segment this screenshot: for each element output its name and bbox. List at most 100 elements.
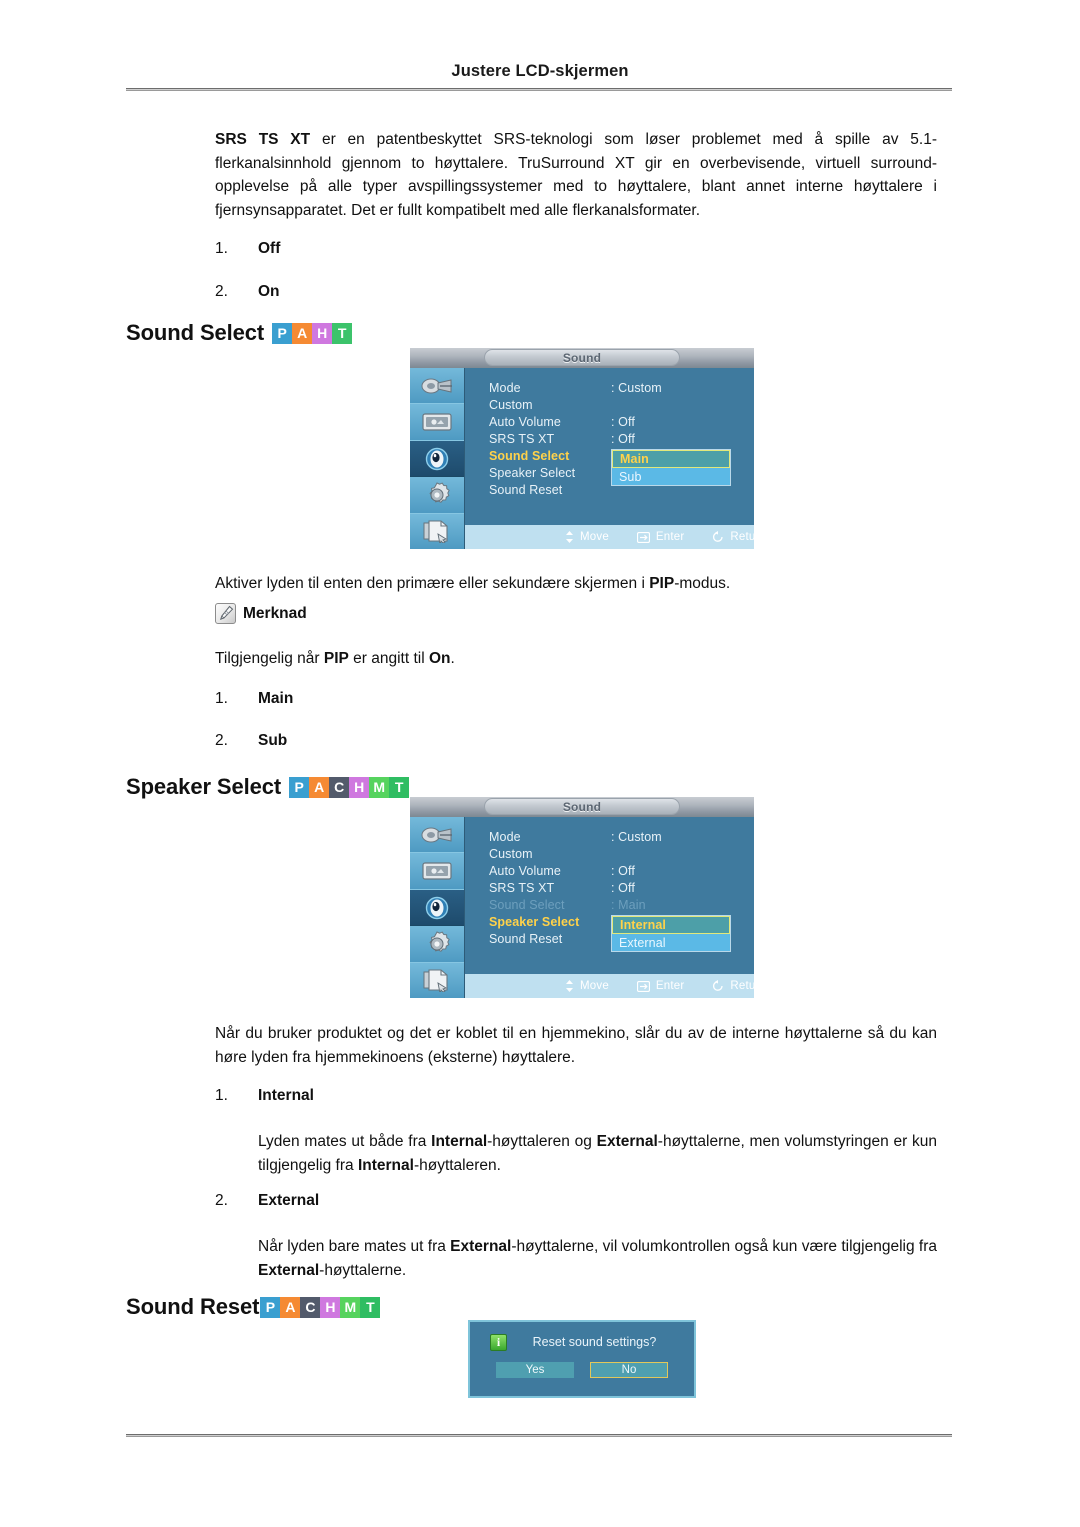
model-badges-speaker-select: P A C H M T [289, 776, 410, 798]
model-badge-h: H [320, 1296, 341, 1318]
picture-screen-icon[interactable] [410, 853, 464, 890]
speaker-select-paragraph: Når du bruker produktet og det er koblet… [215, 1025, 937, 1066]
dialog-no-button[interactable]: No [590, 1362, 668, 1378]
osd-row-mode[interactable]: Mode: Custom [489, 830, 739, 847]
sound-speaker-icon[interactable] [410, 440, 464, 478]
model-badge-h: H [312, 322, 333, 344]
osd-row-label: SRS TS XT [489, 881, 555, 895]
osd-row-value: : Off [611, 864, 635, 878]
setup-gear-icon[interactable] [410, 926, 464, 963]
model-badges-sound-reset: P A C H M T [260, 1296, 381, 1318]
osd-dropdown-option-sub[interactable]: Sub [612, 468, 730, 485]
osd-nav-return[interactable]: Return [712, 531, 766, 543]
osd-nav-return[interactable]: Return [712, 980, 766, 992]
osd-titlebar: Sound [410, 797, 754, 817]
model-badge-c: C [329, 776, 350, 798]
sound-select-caption: Aktiver lyden til enten den primære elle… [215, 572, 937, 596]
heading-sound-reset: Sound Reset P A C H M T [126, 1294, 381, 1320]
info-icon: i [490, 1333, 507, 1351]
external-desc-c: -høyttalerne, vil volumkontrollen også k… [511, 1238, 937, 1255]
move-updown-icon [565, 531, 574, 543]
header-divider-rule [126, 88, 952, 91]
osd-row-auto-volume[interactable]: Auto Volume : Off [489, 864, 739, 881]
external-desc-bold-external: External [450, 1238, 512, 1255]
osd-dropdown-speaker-select: Internal External [611, 915, 731, 952]
sound-speaker-icon[interactable] [410, 889, 464, 927]
input-source-icon[interactable] [410, 368, 464, 405]
dialog-yes-button[interactable]: Yes [496, 1362, 574, 1378]
osd-dropdown-option-external[interactable]: External [612, 934, 730, 951]
list-item-label: External [258, 1192, 320, 1209]
osd-nav-label: Enter [655, 980, 685, 992]
osd-row-value: : Main [611, 898, 646, 912]
picture-screen-icon[interactable] [410, 404, 464, 441]
model-badge-p: P [272, 322, 293, 344]
model-badge-a: A [292, 322, 313, 344]
external-desc-e: -høyttalerne. [319, 1261, 407, 1279]
note-label: Merknad [243, 604, 307, 622]
dialog-message-row: i Reset sound settings? [470, 1322, 694, 1362]
list-item-label: Sub [258, 732, 288, 749]
list-item-number: 1. [215, 690, 228, 707]
osd-nav-label: Enter [655, 531, 685, 543]
osd-row-auto-volume[interactable]: Auto Volume: Off [489, 415, 739, 432]
osd-nav-label: Move [580, 531, 609, 543]
osd-dropdown-option-internal[interactable]: Internal [612, 916, 730, 934]
osd-row-value: : Off [611, 432, 635, 446]
osd-row-custom[interactable]: Custom [489, 398, 739, 415]
osd-titlebar: Sound [410, 348, 754, 368]
reset-sound-dialog: i Reset sound settings? Yes No [468, 1320, 696, 1398]
osd-nav-move[interactable]: Move [565, 980, 609, 992]
external-desc-bold-external-2: External [258, 1261, 320, 1279]
osd-menu-sound-select: Sound Mode: Custom Custom Auto Volume: … [410, 348, 766, 550]
list-item-label: Internal [258, 1087, 314, 1104]
intro-bold-lead: SRS TS XT [215, 131, 311, 148]
intro-paragraph-text: er en patentbeskyttet SRS-teknologi som … [215, 131, 937, 219]
osd-row-label: Mode [489, 830, 521, 844]
multi-control-icon[interactable] [410, 513, 464, 550]
osd-row-value: : Custom [611, 381, 662, 395]
osd-title-text: Sound [562, 350, 602, 365]
osd-row-srs-ts-xt[interactable]: SRS TS XT: Off [489, 432, 739, 449]
note-mid: er angitt til [348, 650, 429, 667]
return-icon [712, 980, 724, 992]
osd-dropdown-sound-select: Main Sub [611, 449, 731, 486]
osd-nav-label: Return [730, 980, 767, 992]
internal-desc-c: -høyttaleren og [487, 1133, 597, 1150]
osd-title-pill: Sound [484, 798, 680, 815]
internal-desc-bold-internal: Internal [431, 1133, 488, 1150]
internal-desc-a: Lyden mates ut både fra [258, 1133, 432, 1150]
setup-gear-icon[interactable] [410, 477, 464, 514]
osd-nav-move[interactable]: Move [565, 531, 609, 543]
osd-title-pill: Sound [484, 349, 680, 366]
enter-icon [636, 531, 650, 543]
internal-desc-bold-external: External [596, 1133, 658, 1150]
osd-row-label: Mode [489, 381, 521, 395]
osd-row-custom[interactable]: Custom [489, 847, 739, 864]
external-desc-a: Når lyden bare mates ut fra [258, 1238, 451, 1255]
multi-control-icon[interactable] [410, 962, 464, 999]
footer-divider-rule [126, 1434, 952, 1437]
osd-nav-enter[interactable]: Enter [636, 980, 685, 992]
model-badge-a: A [309, 776, 330, 798]
osd-row-srs-ts-xt[interactable]: SRS TS XT: Off [489, 881, 739, 898]
osd-nav-bar: Move Enter Return [465, 974, 766, 998]
note-pencil-icon [215, 603, 236, 624]
osd-row-label: Auto Volume [489, 864, 561, 878]
osd-row-mode[interactable]: Mode : Custom [489, 381, 739, 398]
list-item-number: 2. [215, 1192, 228, 1209]
heading-speaker-select-text: Speaker Select [126, 774, 282, 799]
list-item-number: 1. [215, 240, 228, 257]
osd-row-label: Speaker Select [489, 466, 576, 480]
osd-nav-bar: Move Enter Return [465, 525, 766, 549]
osd-nav-enter[interactable]: Enter [636, 531, 685, 543]
input-source-icon[interactable] [410, 817, 464, 854]
model-badge-h: H [349, 776, 370, 798]
osd-row-label: Sound Reset [489, 932, 563, 946]
osd-dropdown-option-main[interactable]: Main [612, 450, 730, 468]
osd-title-text: Sound [562, 799, 602, 814]
osd-body: Mode : Custom Custom Auto Volume: Off SRS… [410, 368, 766, 550]
model-badge-m: M [340, 1296, 361, 1318]
note-bold-pip: PIP [323, 650, 349, 667]
osd-row-label: Sound Select [489, 449, 570, 463]
